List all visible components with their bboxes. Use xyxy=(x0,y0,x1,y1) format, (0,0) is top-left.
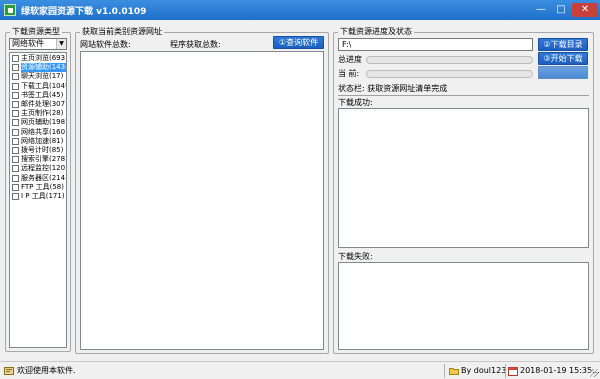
maximize-button[interactable]: □ xyxy=(552,3,570,17)
category-label: 聊天浏览(17) xyxy=(21,72,64,81)
welcome-text: 欢迎使用本软件. xyxy=(17,366,76,375)
category-checkbox[interactable] xyxy=(12,73,19,81)
success-label: 下载成功: xyxy=(338,98,373,107)
category-item[interactable]: 邮件处理(307) xyxy=(10,100,66,109)
window-title: 绿软家园资源下载 v1.0.0109 xyxy=(21,6,147,17)
category-checkbox[interactable] xyxy=(12,128,19,136)
total-progress-label: 总进度 xyxy=(338,55,362,64)
category-checkbox[interactable] xyxy=(12,192,19,200)
blank-button[interactable] xyxy=(538,66,588,79)
resource-type-title: 下载资源类型 xyxy=(10,27,62,37)
status-text: 状态栏: 获取资源网址清单完成 xyxy=(338,84,448,93)
download-dir-button[interactable]: ②下载目录 xyxy=(538,38,588,51)
status-bar: 欢迎使用本软件. By doul123 2018-01-19 15:35... xyxy=(0,361,600,379)
category-label: 网络加速(81) xyxy=(21,136,64,145)
category-item[interactable]: 网络共享(160) xyxy=(10,128,66,137)
category-item[interactable]: 下载工具(1049) xyxy=(10,82,66,91)
minimize-button[interactable]: — xyxy=(532,3,550,17)
category-list[interactable]: 主页浏览(693)资源辅助(1434)聊天浏览(17)下载工具(1049)书签工… xyxy=(9,52,67,348)
success-list[interactable] xyxy=(338,108,589,248)
category-label: I P 工具(171) xyxy=(21,191,65,200)
start-download-button[interactable]: ③开始下载 xyxy=(538,52,588,65)
category-checkbox[interactable] xyxy=(12,110,19,118)
category-label: 拨号计时(85) xyxy=(21,145,64,154)
category-checkbox[interactable] xyxy=(12,146,19,154)
title-bar: 绿软家园资源下载 v1.0.0109 — □ ✕ xyxy=(0,0,600,20)
category-select-value: 网络软件 xyxy=(12,39,44,48)
category-item[interactable]: I P 工具(171) xyxy=(10,192,66,201)
window-controls: — □ ✕ xyxy=(532,3,598,17)
category-label: 服务器区(214) xyxy=(21,173,66,182)
fetched-total-label: 程序获取总数: xyxy=(170,40,221,49)
category-checkbox[interactable] xyxy=(12,119,19,127)
info-icon xyxy=(4,367,14,375)
close-button[interactable]: ✕ xyxy=(572,3,598,17)
category-checkbox[interactable] xyxy=(12,64,19,72)
category-label: 下载工具(1049) xyxy=(21,81,66,90)
category-checkbox[interactable] xyxy=(12,165,19,173)
category-select[interactable]: 网络软件 ▼ xyxy=(9,38,67,50)
query-software-button[interactable]: ①查询软件 xyxy=(273,36,324,49)
download-path-input[interactable]: F:\ xyxy=(338,38,533,51)
category-item[interactable]: 远程监控(120) xyxy=(10,164,66,173)
fetch-url-title: 获取当前类别资源网址 xyxy=(80,27,164,37)
category-label: 邮件处理(307) xyxy=(21,100,66,109)
category-label: 网页辅助(198) xyxy=(21,118,66,127)
category-checkbox[interactable] xyxy=(12,55,19,63)
category-label: 资源辅助(1434) xyxy=(21,63,66,73)
calendar-icon xyxy=(508,367,518,376)
category-item[interactable]: 网页辅助(198) xyxy=(10,118,66,127)
folder-icon xyxy=(449,368,459,375)
category-item[interactable]: 主页浏览(693) xyxy=(10,54,66,63)
category-item[interactable]: 网络加速(81) xyxy=(10,137,66,146)
category-item[interactable]: 书签工具(45) xyxy=(10,91,66,100)
category-checkbox[interactable] xyxy=(12,91,19,99)
category-label: 书签工具(45) xyxy=(21,90,64,99)
category-checkbox[interactable] xyxy=(12,82,19,90)
download-progress-title: 下载资源进度及状态 xyxy=(338,27,414,37)
category-label: 网络共享(160) xyxy=(21,127,66,136)
current-progress-label: 当 前: xyxy=(338,69,360,78)
current-progress-bar xyxy=(366,70,533,78)
category-item[interactable]: 聊天浏览(17) xyxy=(10,72,66,81)
datetime-text: 2018-01-19 15:35... xyxy=(520,366,600,375)
category-checkbox[interactable] xyxy=(12,101,19,109)
divider xyxy=(338,95,589,96)
category-item[interactable]: 主页制作(28) xyxy=(10,109,66,118)
category-label: FTP 工具(58) xyxy=(21,182,64,191)
category-item[interactable]: FTP 工具(58) xyxy=(10,183,66,192)
divider xyxy=(505,364,506,378)
resize-grip[interactable] xyxy=(590,369,598,377)
category-item[interactable]: 服务器区(214) xyxy=(10,173,66,182)
category-label: 搜索引擎(278) xyxy=(21,155,66,164)
category-checkbox[interactable] xyxy=(12,183,19,191)
divider xyxy=(444,364,445,378)
category-checkbox[interactable] xyxy=(12,174,19,182)
url-list[interactable] xyxy=(80,51,324,350)
author-text: By doul123 xyxy=(461,366,507,375)
site-total-label: 网站软件总数: xyxy=(80,40,131,49)
category-label: 主页浏览(693) xyxy=(21,54,66,63)
app-icon xyxy=(4,4,16,16)
chevron-down-icon[interactable]: ▼ xyxy=(56,39,66,49)
category-label: 远程监控(120) xyxy=(21,164,66,173)
category-checkbox[interactable] xyxy=(12,137,19,145)
fail-list[interactable] xyxy=(338,262,589,350)
category-item[interactable]: 资源辅助(1434) xyxy=(10,63,66,73)
fail-label: 下载失败: xyxy=(338,252,373,261)
category-checkbox[interactable] xyxy=(12,156,19,164)
category-item[interactable]: 拨号计时(85) xyxy=(10,146,66,155)
total-progress-bar xyxy=(366,56,533,64)
category-label: 主页制作(28) xyxy=(21,109,64,118)
category-item[interactable]: 搜索引擎(278) xyxy=(10,155,66,164)
